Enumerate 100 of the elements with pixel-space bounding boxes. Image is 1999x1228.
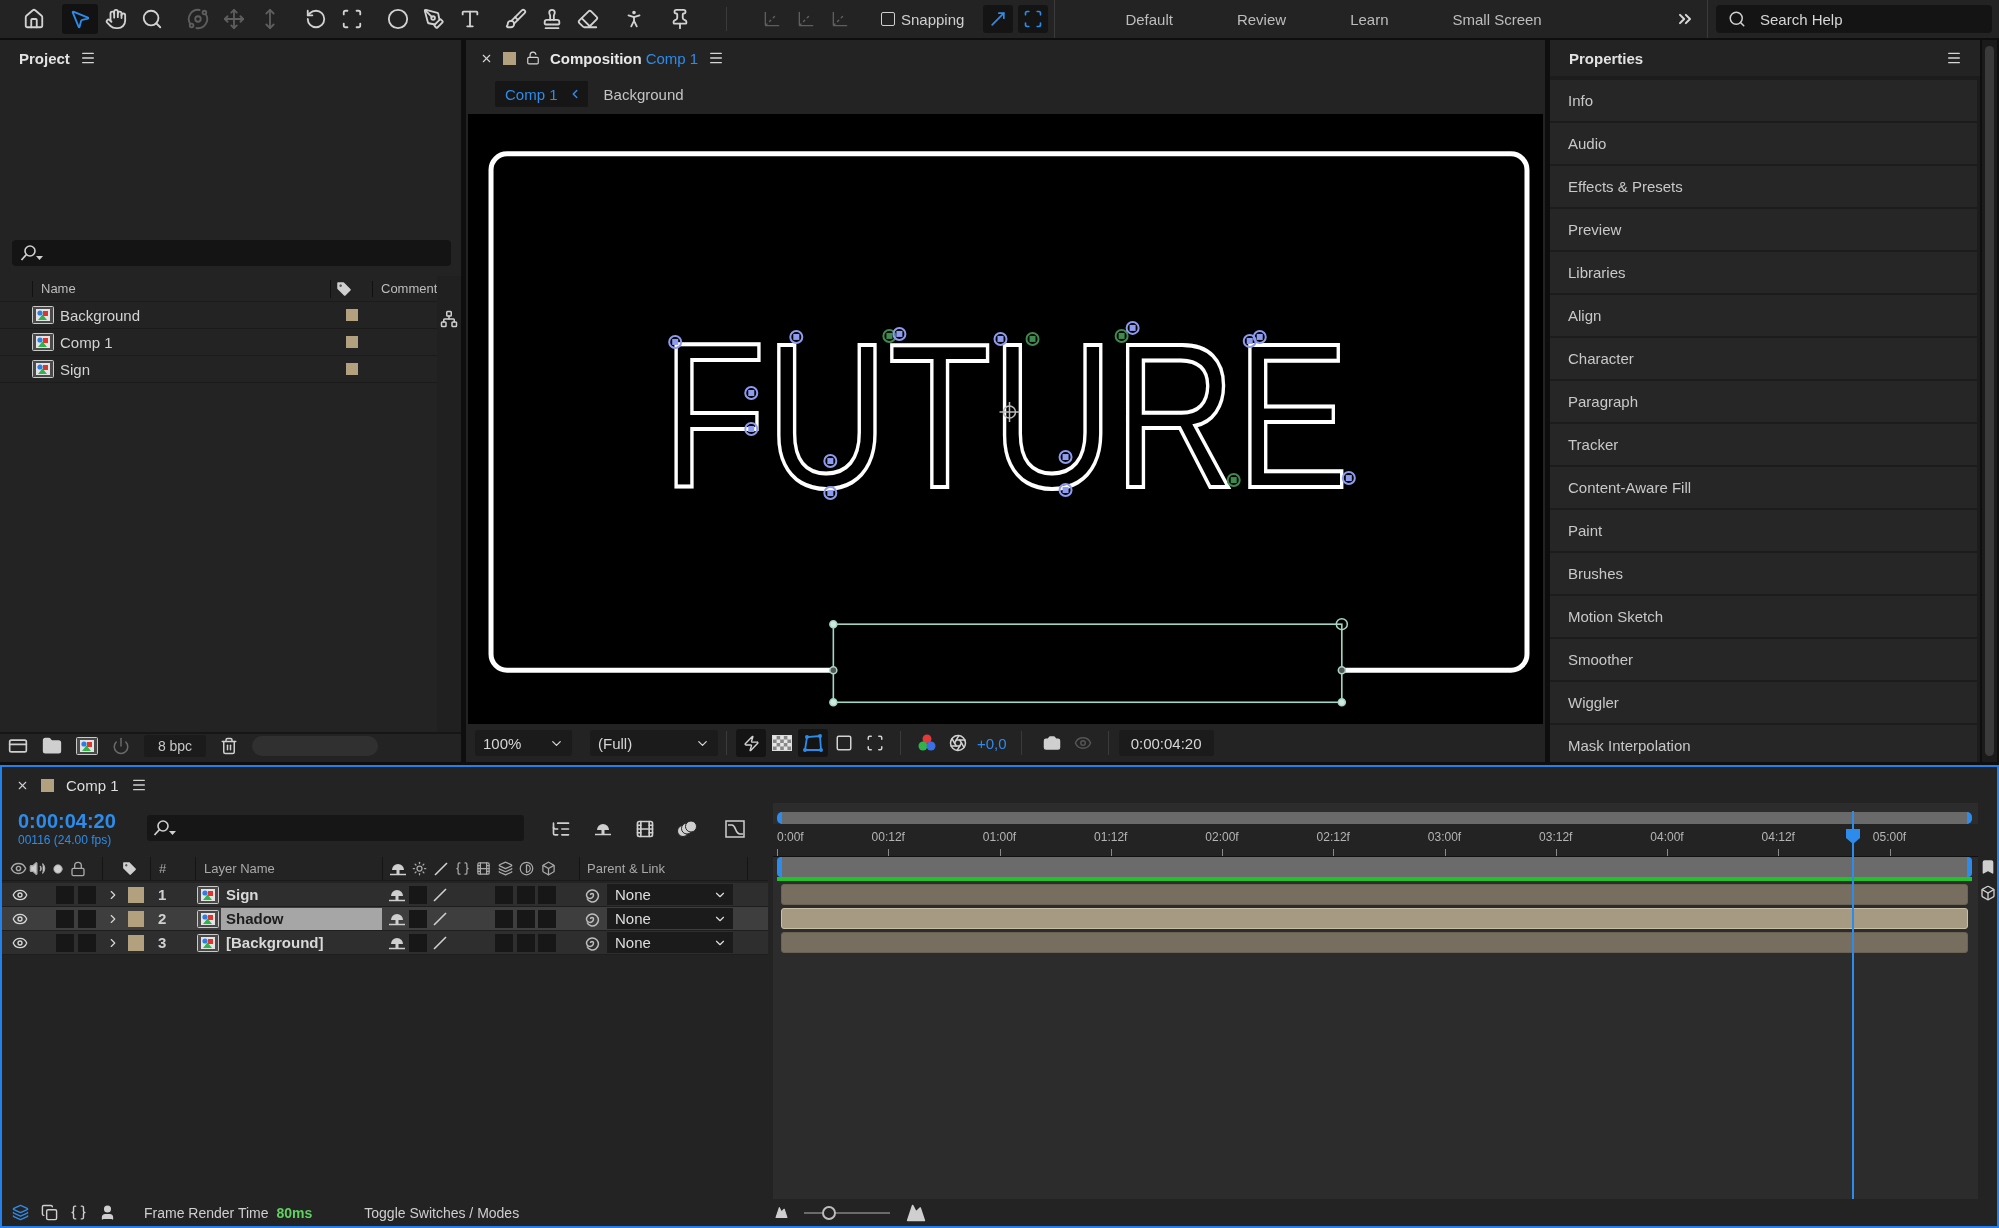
transform-handle-icon[interactable] [1335, 617, 1349, 631]
panel-section[interactable]: Preview [1550, 209, 1977, 250]
search-field[interactable] [147, 815, 524, 841]
project-item[interactable]: Background [60, 306, 141, 324]
unlocked-padlock-icon[interactable] [526, 51, 540, 65]
breadcrumb-tab[interactable]: Background [599, 81, 688, 107]
sun-icon[interactable] [411, 861, 427, 876]
layer-name[interactable]: Shadow [221, 907, 382, 930]
label-swatch-icon[interactable] [346, 336, 358, 348]
lock-switch[interactable] [78, 909, 96, 928]
mask-visibility-button[interactable] [798, 729, 828, 757]
snap-option-button[interactable] [983, 5, 1014, 33]
label-swatch-icon[interactable] [128, 934, 144, 951]
transform-handle-icon[interactable] [829, 698, 838, 707]
exposure-value[interactable]: +0,0 [977, 734, 1007, 752]
diagonal-line-icon[interactable] [431, 934, 448, 951]
copy-icon[interactable] [41, 1204, 58, 1221]
parent-dropdown[interactable]: None [607, 908, 733, 929]
panel-section[interactable]: Paragraph [1550, 381, 1977, 422]
transform-handle-icon[interactable] [1337, 698, 1347, 707]
tag-icon[interactable] [121, 860, 138, 877]
menu-icon[interactable] [130, 777, 147, 793]
dot-icon[interactable] [53, 863, 63, 874]
label-swatch-icon[interactable] [346, 309, 358, 321]
menu-icon[interactable] [708, 50, 725, 66]
column-header[interactable]: Name [32, 280, 330, 297]
transform-handle-icon[interactable] [829, 666, 838, 675]
panel-section[interactable]: Libraries [1550, 252, 1977, 293]
panel-section[interactable]: Wiggler [1550, 682, 1977, 723]
half-circle-icon[interactable] [519, 861, 535, 876]
layers-icon[interactable] [12, 1204, 29, 1221]
person-icon[interactable] [99, 1204, 116, 1221]
selection-rectangle[interactable] [832, 623, 1343, 704]
search-field[interactable]: Search Help [1716, 5, 1992, 33]
project-item[interactable]: Sign [60, 360, 91, 378]
flowchart-icon[interactable] [440, 310, 459, 328]
toggle-switches-button[interactable]: Toggle Switches / Modes [364, 1204, 520, 1221]
folder-icon[interactable] [42, 736, 62, 756]
panel-section[interactable]: Align [1550, 295, 1977, 336]
panel-section[interactable]: Info [1550, 80, 1977, 121]
film-frame-icon[interactable] [76, 737, 98, 755]
layer-row[interactable]: 2 Shadow None [2, 907, 768, 931]
tag-icon[interactable] [335, 279, 353, 298]
braces-icon[interactable] [454, 861, 470, 876]
speaker-icon[interactable] [29, 860, 46, 877]
timecode-field[interactable]: 0:00:04:20 [1118, 730, 1214, 756]
solo-switch[interactable] [56, 909, 74, 928]
power-icon[interactable] [112, 737, 130, 755]
diagonal-line-icon[interactable] [431, 910, 448, 927]
column-header[interactable]: Layer Name [204, 861, 275, 876]
switch-box[interactable] [538, 909, 557, 928]
menu-icon[interactable] [79, 50, 96, 66]
snapping-checkbox[interactable] [881, 12, 895, 26]
switch-box[interactable] [409, 909, 428, 928]
tool-button[interactable] [62, 4, 98, 34]
padlock-icon[interactable] [70, 860, 86, 877]
panel-title[interactable]: Comp 1 [66, 776, 119, 794]
cube-icon[interactable] [1979, 885, 1996, 901]
large-mountain-icon[interactable] [906, 1202, 927, 1223]
panel-section[interactable]: Brushes [1550, 553, 1977, 594]
fast-previews-button[interactable] [736, 729, 766, 757]
panel-section[interactable]: Paint [1550, 510, 1977, 551]
eye-icon[interactable] [10, 860, 27, 877]
workspace-tab[interactable]: Learn [1318, 4, 1421, 34]
column-header[interactable]: # [159, 861, 167, 876]
workspace-tab[interactable]: Small Screen [1420, 4, 1574, 34]
small-mountain-icon[interactable] [775, 1206, 789, 1219]
card-icon[interactable] [8, 736, 28, 756]
label-swatch-icon[interactable] [128, 910, 144, 927]
label-swatch-icon[interactable] [346, 363, 358, 375]
snap-option-button[interactable] [1018, 5, 1049, 33]
layer-name[interactable]: Sign [221, 883, 382, 906]
layer-row[interactable]: 3 [Background] None [2, 931, 768, 955]
workspace-tab[interactable]: Review [1204, 4, 1319, 34]
resolution-dropdown[interactable]: (Full) [590, 730, 718, 756]
parent-dropdown[interactable]: None [607, 884, 733, 905]
diagonal-line-icon[interactable] [431, 886, 448, 903]
panel-section[interactable]: Motion Sketch [1550, 596, 1977, 637]
playhead-handle[interactable] [1845, 829, 1860, 844]
transform-handle-icon[interactable] [829, 619, 838, 629]
search-field[interactable] [12, 240, 451, 266]
zoom-dropdown[interactable]: 100% [475, 730, 572, 756]
outlined-sign-drawing[interactable]: FUTURE [662, 300, 1356, 531]
panel-section[interactable]: Content-Aware Fill [1550, 467, 1977, 508]
transform-handle-icon[interactable] [1337, 666, 1347, 675]
time-ruler[interactable]: 0:00f 00:12f 01:00f 01:12f 02:00f 02:12f 03:00f 03:12f 04:00f 04:12f 05:00f [773, 824, 1978, 857]
workspace-tab[interactable]: Default [1093, 4, 1205, 34]
layers-icon[interactable] [497, 861, 513, 876]
bit-depth-button[interactable]: 8 bpc [144, 735, 206, 757]
zoom-slider-thumb[interactable] [822, 1205, 837, 1220]
panel-section[interactable]: Smoother [1550, 639, 1977, 680]
panel-section[interactable]: Mask Interpolation [1550, 725, 1977, 762]
parent-dropdown[interactable]: None [607, 932, 733, 953]
panel-section[interactable]: Effects & Presets [1550, 166, 1977, 207]
label-swatch-icon[interactable] [128, 886, 144, 903]
layer-row[interactable]: 1 Sign None [2, 883, 768, 907]
switch-box[interactable] [495, 909, 514, 928]
column-header[interactable]: Parent & Link [587, 861, 666, 876]
vertical-scrollbar[interactable] [1982, 40, 1997, 762]
breadcrumb-tab[interactable]: Comp 1 [495, 81, 588, 107]
